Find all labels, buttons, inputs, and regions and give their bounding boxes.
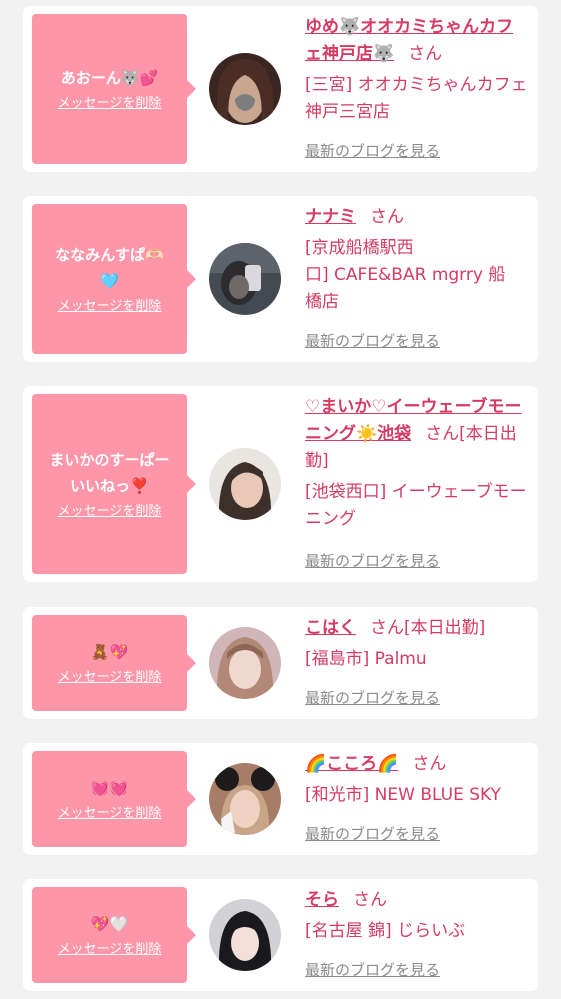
cast-info: ナナミ さん [京成船橋駅西 口] CAFE&BAR mgrry 船 橋店 bbox=[305, 204, 530, 316]
favorite-card: まいかのすーぱー いいねっ❣️ メッセージを削除 ♡まいか♡イーウェーブモーニン… bbox=[23, 386, 538, 582]
name-line: ♡まいか♡イーウェーブモーニング☀️池袋 さん[本日出勤] bbox=[305, 394, 530, 475]
message-text: 🧸💖 bbox=[90, 643, 129, 661]
favorite-card: 💓💓 メッセージを削除 🌈こころ🌈 さん [和光市] NEW BLUE SKY 最… bbox=[23, 743, 538, 855]
cast-info: ♡まいか♡イーウェーブモーニング☀️池袋 さん[本日出勤] [池袋西口] イーウェ… bbox=[305, 394, 530, 533]
message-text: 💓💓 bbox=[90, 779, 129, 797]
delete-message-link[interactable]: メッセージを削除 bbox=[58, 805, 162, 823]
name-line: ゆめ🐺オオカミちゃんカフェ神戸店🐺 さん bbox=[305, 14, 530, 68]
cast-name-link[interactable]: こはく bbox=[305, 618, 356, 638]
cast-name-link[interactable]: 🌈こころ🌈 bbox=[305, 754, 398, 774]
favorite-card: 🧸💖 メッセージを削除 こはく さん[本日出勤] [福島市] Palmu 最新のブ… bbox=[23, 607, 538, 719]
cast-info: こはく さん[本日出勤] [福島市] Palmu bbox=[305, 615, 530, 673]
cast-info: 🌈こころ🌈 さん [和光市] NEW BLUE SKY bbox=[305, 751, 530, 809]
favorite-card: ななみんすぱ🫶🏻 🩵 メッセージを削除 ナナミ さん [京成船橋駅西 口] CAF… bbox=[23, 196, 538, 362]
cast-name-link[interactable]: そら bbox=[305, 890, 339, 910]
latest-blog-link[interactable]: 最新のブログを見る bbox=[305, 960, 440, 980]
favorite-card: あおーん🐺💕 メッセージを削除 ゆめ🐺オオカミちゃんカフェ神戸店🐺 さん [三宮]… bbox=[23, 6, 538, 172]
avatar-photo bbox=[209, 627, 281, 699]
favorite-card: 💖🤍 メッセージを削除 そら さん [名古屋 錦] じらいぶ 最新のブログを見る bbox=[23, 879, 538, 991]
shop-info: [和光市] NEW BLUE SKY bbox=[305, 785, 501, 805]
cast-info: ゆめ🐺オオカミちゃんカフェ神戸店🐺 さん [三宮] オオカミちゃんカフェ神戸三宮店 bbox=[305, 14, 530, 126]
honorific: さん bbox=[412, 754, 447, 774]
latest-blog-link[interactable]: 最新のブログを見る bbox=[305, 551, 440, 571]
latest-blog-link[interactable]: 最新のブログを見る bbox=[305, 331, 440, 351]
avatar[interactable] bbox=[209, 243, 281, 315]
avatar[interactable] bbox=[209, 763, 281, 835]
honorific: さん bbox=[425, 424, 460, 444]
message-bubble: ななみんすぱ🫶🏻 🩵 メッセージを削除 bbox=[32, 204, 196, 354]
avatar[interactable] bbox=[209, 53, 281, 125]
avatar-photo bbox=[209, 448, 281, 520]
avatar-photo bbox=[209, 899, 281, 971]
cast-name-link[interactable]: ナナミ bbox=[305, 207, 356, 227]
delete-message-link[interactable]: メッセージを削除 bbox=[58, 941, 162, 959]
name-line: 🌈こころ🌈 さん bbox=[305, 751, 530, 778]
message-text: 💖🤍 bbox=[90, 915, 129, 933]
shop-info: [池袋西口] イーウェーブモーニング bbox=[305, 482, 527, 529]
message-bubble: 🧸💖 メッセージを削除 bbox=[32, 615, 196, 711]
avatar-photo bbox=[209, 243, 281, 315]
shop-info: [名古屋 錦] じらいぶ bbox=[305, 921, 466, 941]
name-line: ナナミ さん bbox=[305, 204, 530, 231]
avatar[interactable] bbox=[209, 899, 281, 971]
name-line: そら さん bbox=[305, 887, 530, 914]
avatar[interactable] bbox=[209, 627, 281, 699]
message-bubble: 💖🤍 メッセージを削除 bbox=[32, 887, 196, 983]
honorific: さん bbox=[408, 44, 443, 64]
shop-info: [福島市] Palmu bbox=[305, 649, 427, 669]
honorific: さん bbox=[370, 618, 404, 638]
message-bubble: あおーん🐺💕 メッセージを削除 bbox=[32, 14, 196, 164]
latest-blog-link[interactable]: 最新のブログを見る bbox=[305, 688, 440, 708]
avatar[interactable] bbox=[209, 448, 281, 520]
delete-message-link[interactable]: メッセージを削除 bbox=[58, 95, 162, 113]
honorific: さん bbox=[353, 890, 387, 910]
delete-message-link[interactable]: メッセージを削除 bbox=[58, 669, 162, 687]
avatar-photo bbox=[209, 763, 281, 835]
favorites-list: あおーん🐺💕 メッセージを削除 ゆめ🐺オオカミちゃんカフェ神戸店🐺 さん [三宮]… bbox=[0, 0, 561, 999]
shop-info: [京成船橋駅西 口] CAFE&BAR mgrry 船 橋店 bbox=[305, 238, 506, 312]
message-text: あおーん🐺💕 bbox=[60, 69, 159, 87]
delete-message-link[interactable]: メッセージを削除 bbox=[58, 298, 162, 316]
delete-message-link[interactable]: メッセージを削除 bbox=[58, 503, 162, 521]
shop-info: [三宮] オオカミちゃんカフェ神戸三宮店 bbox=[305, 75, 528, 122]
message-text: ななみんすぱ🫶🏻 🩵 bbox=[55, 246, 164, 290]
latest-blog-link[interactable]: 最新のブログを見る bbox=[305, 824, 440, 844]
honorific: さん bbox=[370, 207, 404, 227]
avatar-photo bbox=[209, 53, 281, 125]
cast-info: そら さん [名古屋 錦] じらいぶ bbox=[305, 887, 530, 945]
message-bubble: 💓💓 メッセージを削除 bbox=[32, 751, 196, 847]
message-text: まいかのすーぱー いいねっ❣️ bbox=[49, 451, 170, 495]
message-bubble: まいかのすーぱー いいねっ❣️ メッセージを削除 bbox=[32, 394, 196, 574]
status-label: [本日出勤] bbox=[404, 618, 486, 638]
name-line: こはく さん[本日出勤] bbox=[305, 615, 530, 642]
latest-blog-link[interactable]: 最新のブログを見る bbox=[305, 141, 440, 161]
